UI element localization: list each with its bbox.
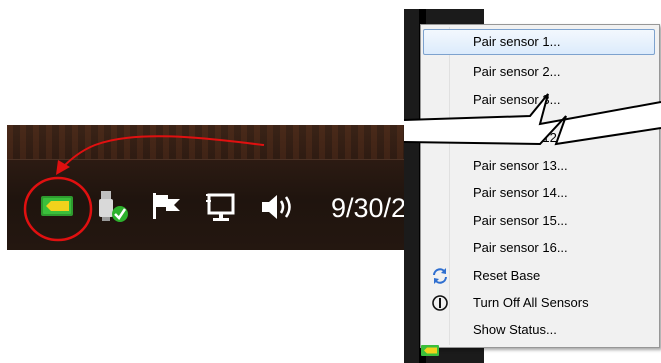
menu-item-label: Turn Off All Sensors [473, 295, 589, 310]
menu-item-reset-base[interactable]: Reset Base [423, 263, 655, 289]
sensor-app-icon-small[interactable] [421, 343, 439, 356]
menu-item-label: Pair sensor 14... [473, 185, 568, 200]
network-icon[interactable] [205, 191, 239, 223]
menu-item-pair-sensor-14[interactable]: Pair sensor 14... [423, 180, 655, 206]
taskbar-crop: 9/30/2 [7, 125, 407, 250]
menu-item-show-status[interactable]: Show Status... [423, 317, 655, 343]
menu-item-pair-sensor-16[interactable]: Pair sensor 16... [423, 235, 655, 261]
taskbar-clock[interactable]: 9/30/2 [331, 193, 406, 224]
menu-item-label: Pair sensor 15... [473, 213, 568, 228]
menu-item-turn-off-all-sensors[interactable]: Turn Off All Sensors [423, 290, 655, 316]
power-icon [431, 294, 449, 312]
menu-item-pair-sensor-15[interactable]: Pair sensor 15... [423, 208, 655, 234]
menu-item-label: Pair sensor 1... [473, 34, 561, 49]
menu-item-pair-sensor-1[interactable]: Pair sensor 1... [423, 29, 655, 55]
volume-icon[interactable] [259, 191, 299, 223]
menu-break-mark [403, 93, 661, 146]
taskbar-divider [7, 159, 407, 160]
tray-context-menu: Pair sensor 1... Pair sensor 2... Pair s… [420, 24, 660, 348]
safely-remove-usb-icon[interactable] [93, 189, 133, 225]
menu-item-label: Show Status... [473, 322, 557, 337]
action-center-flag-icon[interactable] [150, 191, 184, 221]
menu-item-label: Reset Base [473, 268, 541, 283]
reset-arrows-icon [431, 267, 449, 285]
sensor-app-icon[interactable] [40, 195, 74, 217]
menu-item-label: Pair sensor 16... [473, 240, 568, 255]
taskbar-top-texture [7, 125, 407, 159]
